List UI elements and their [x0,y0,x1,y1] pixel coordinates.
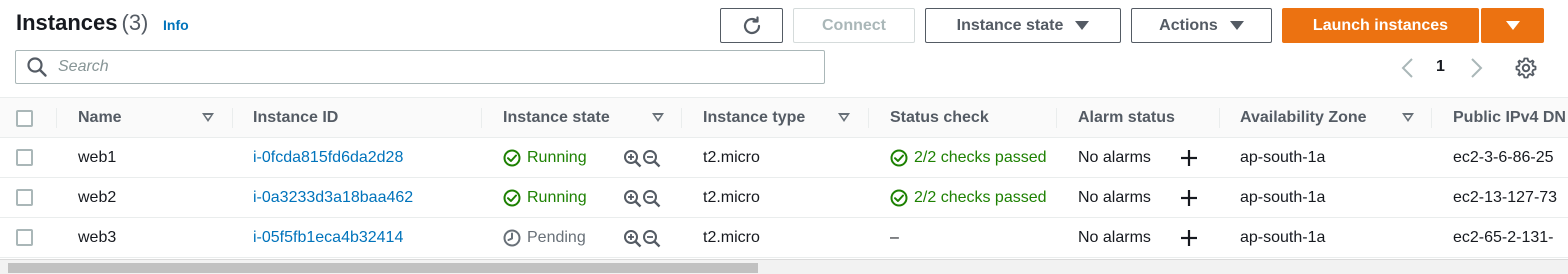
settings-gear-icon[interactable] [1514,56,1538,80]
actions-dropdown[interactable]: Actions [1131,8,1272,43]
column-header-instance-id[interactable]: Instance ID [253,98,338,138]
table-row[interactable]: web1 i-0fcda815fd6da2d28 Running t2.micro 2/… [0,138,1568,178]
status-check: 2/2 checks passed [890,178,1058,218]
add-alarm-icon[interactable] [1180,149,1198,167]
column-header-instance-type[interactable]: Instance type [703,98,850,138]
refresh-button[interactable] [720,8,783,43]
check-circle-icon [890,189,908,207]
add-alarm-icon[interactable] [1180,229,1198,247]
caret-down-icon [1229,21,1244,30]
instance-id-link[interactable]: i-0fcda815fd6da2d28 [253,138,403,178]
instance-name: web3 [78,229,117,246]
launch-options-dropdown[interactable] [1481,8,1544,43]
alarm-status: No alarms [1078,189,1151,206]
instance-id-link[interactable]: i-0a3233d3a18baa462 [253,178,413,218]
status-check-text: – [890,229,899,246]
zoom-out-icon[interactable] [642,189,661,208]
check-circle-icon [503,189,521,207]
instance-type: t2.micro [703,189,760,206]
page-title: Instances (3) [16,10,148,36]
clock-icon [503,229,521,247]
zoom-out-icon[interactable] [642,229,661,248]
alarm-status: No alarms [1078,149,1151,166]
table-row[interactable]: web3 i-05f5fb1eca4b32414 Pending t2.micro – N… [0,218,1568,258]
zoom-controls [623,178,661,218]
availability-zone: ap-south-1a [1240,149,1326,166]
actions-label: Actions [1159,16,1218,34]
page-title-text: Instances [16,10,118,35]
check-circle-icon [890,149,908,167]
add-alarm-icon[interactable] [1180,189,1198,207]
column-header-name[interactable]: Name [78,98,214,138]
zoom-controls [623,218,661,258]
add-alarm-button[interactable] [1180,138,1198,178]
status-check: – [890,218,1058,258]
instances-table: Name Instance ID Instance state Instance… [0,97,1568,259]
public-ipv4-dns: ec2-13-127-73 [1453,189,1558,206]
availability-zone: ap-south-1a [1240,189,1326,206]
connect-button[interactable]: Connect [793,8,915,43]
instance-state-dropdown[interactable]: Instance state [925,8,1121,43]
zoom-out-icon[interactable] [642,149,661,168]
status-check-text: 2/2 checks passed [914,149,1047,166]
column-header-instance-state[interactable]: Instance state [503,98,664,138]
status-check-text: 2/2 checks passed [914,189,1047,206]
alarm-status: No alarms [1078,229,1151,246]
table-row[interactable]: web2 i-0a3233d3a18baa462 Running t2.micro 2/… [0,178,1568,218]
sort-icon[interactable] [652,113,664,122]
info-link[interactable]: Info [163,17,189,33]
caret-down-icon [1505,21,1520,30]
availability-zone: ap-south-1a [1240,229,1326,246]
column-header-public-ipv4-dns[interactable]: Public IPv4 DN [1453,98,1566,138]
instance-state-label: Instance state [956,16,1064,34]
refresh-icon [743,15,760,34]
public-ipv4-dns: ec2-3-6-86-25 [1453,149,1554,166]
scrollbar-thumb[interactable] [8,263,758,273]
instance-state-text: Pending [527,229,586,246]
caret-down-icon [1075,21,1090,30]
search-bar[interactable] [15,50,825,84]
instance-type: t2.micro [703,229,760,246]
add-alarm-button[interactable] [1180,218,1198,258]
page-number[interactable]: 1 [1436,58,1445,76]
chevron-right-icon[interactable] [1466,55,1486,81]
sort-icon[interactable] [202,113,214,122]
instance-name: web1 [78,149,117,166]
instance-state: Running [503,178,587,218]
zoom-controls [623,138,661,178]
status-check: 2/2 checks passed [890,138,1058,178]
table-header: Name Instance ID Instance state Instance… [0,98,1568,138]
check-circle-icon [503,149,521,167]
column-header-alarm-status[interactable]: Alarm status [1078,98,1175,138]
instance-count: (3) [121,10,149,35]
column-header-status-check[interactable]: Status check [890,98,989,138]
add-alarm-button[interactable] [1180,178,1198,218]
pagination: 1 [1398,55,1498,81]
row-checkbox[interactable] [16,229,33,246]
instance-name: web2 [78,189,117,206]
select-all-checkbox[interactable] [16,110,33,127]
row-checkbox[interactable] [16,189,33,206]
search-icon [27,57,47,77]
instance-state: Running [503,138,587,178]
instance-type: t2.micro [703,149,760,166]
row-checkbox[interactable] [16,149,33,166]
instance-state-text: Running [527,189,587,206]
zoom-in-icon[interactable] [623,149,642,168]
search-input[interactable] [58,58,758,76]
public-ipv4-dns: ec2-65-2-131- [1453,229,1554,246]
launch-instances-button[interactable]: Launch instances [1282,8,1479,43]
instance-state: Pending [503,218,586,258]
zoom-in-icon[interactable] [623,189,642,208]
instance-state-text: Running [527,149,587,166]
column-header-availability-zone[interactable]: Availability Zone [1240,98,1414,138]
chevron-left-icon[interactable] [1398,55,1418,81]
sort-icon[interactable] [1402,113,1414,122]
horizontal-scrollbar[interactable] [0,259,1568,274]
instance-id-link[interactable]: i-05f5fb1eca4b32414 [253,218,403,258]
sort-icon[interactable] [838,113,850,122]
zoom-in-icon[interactable] [623,229,642,248]
